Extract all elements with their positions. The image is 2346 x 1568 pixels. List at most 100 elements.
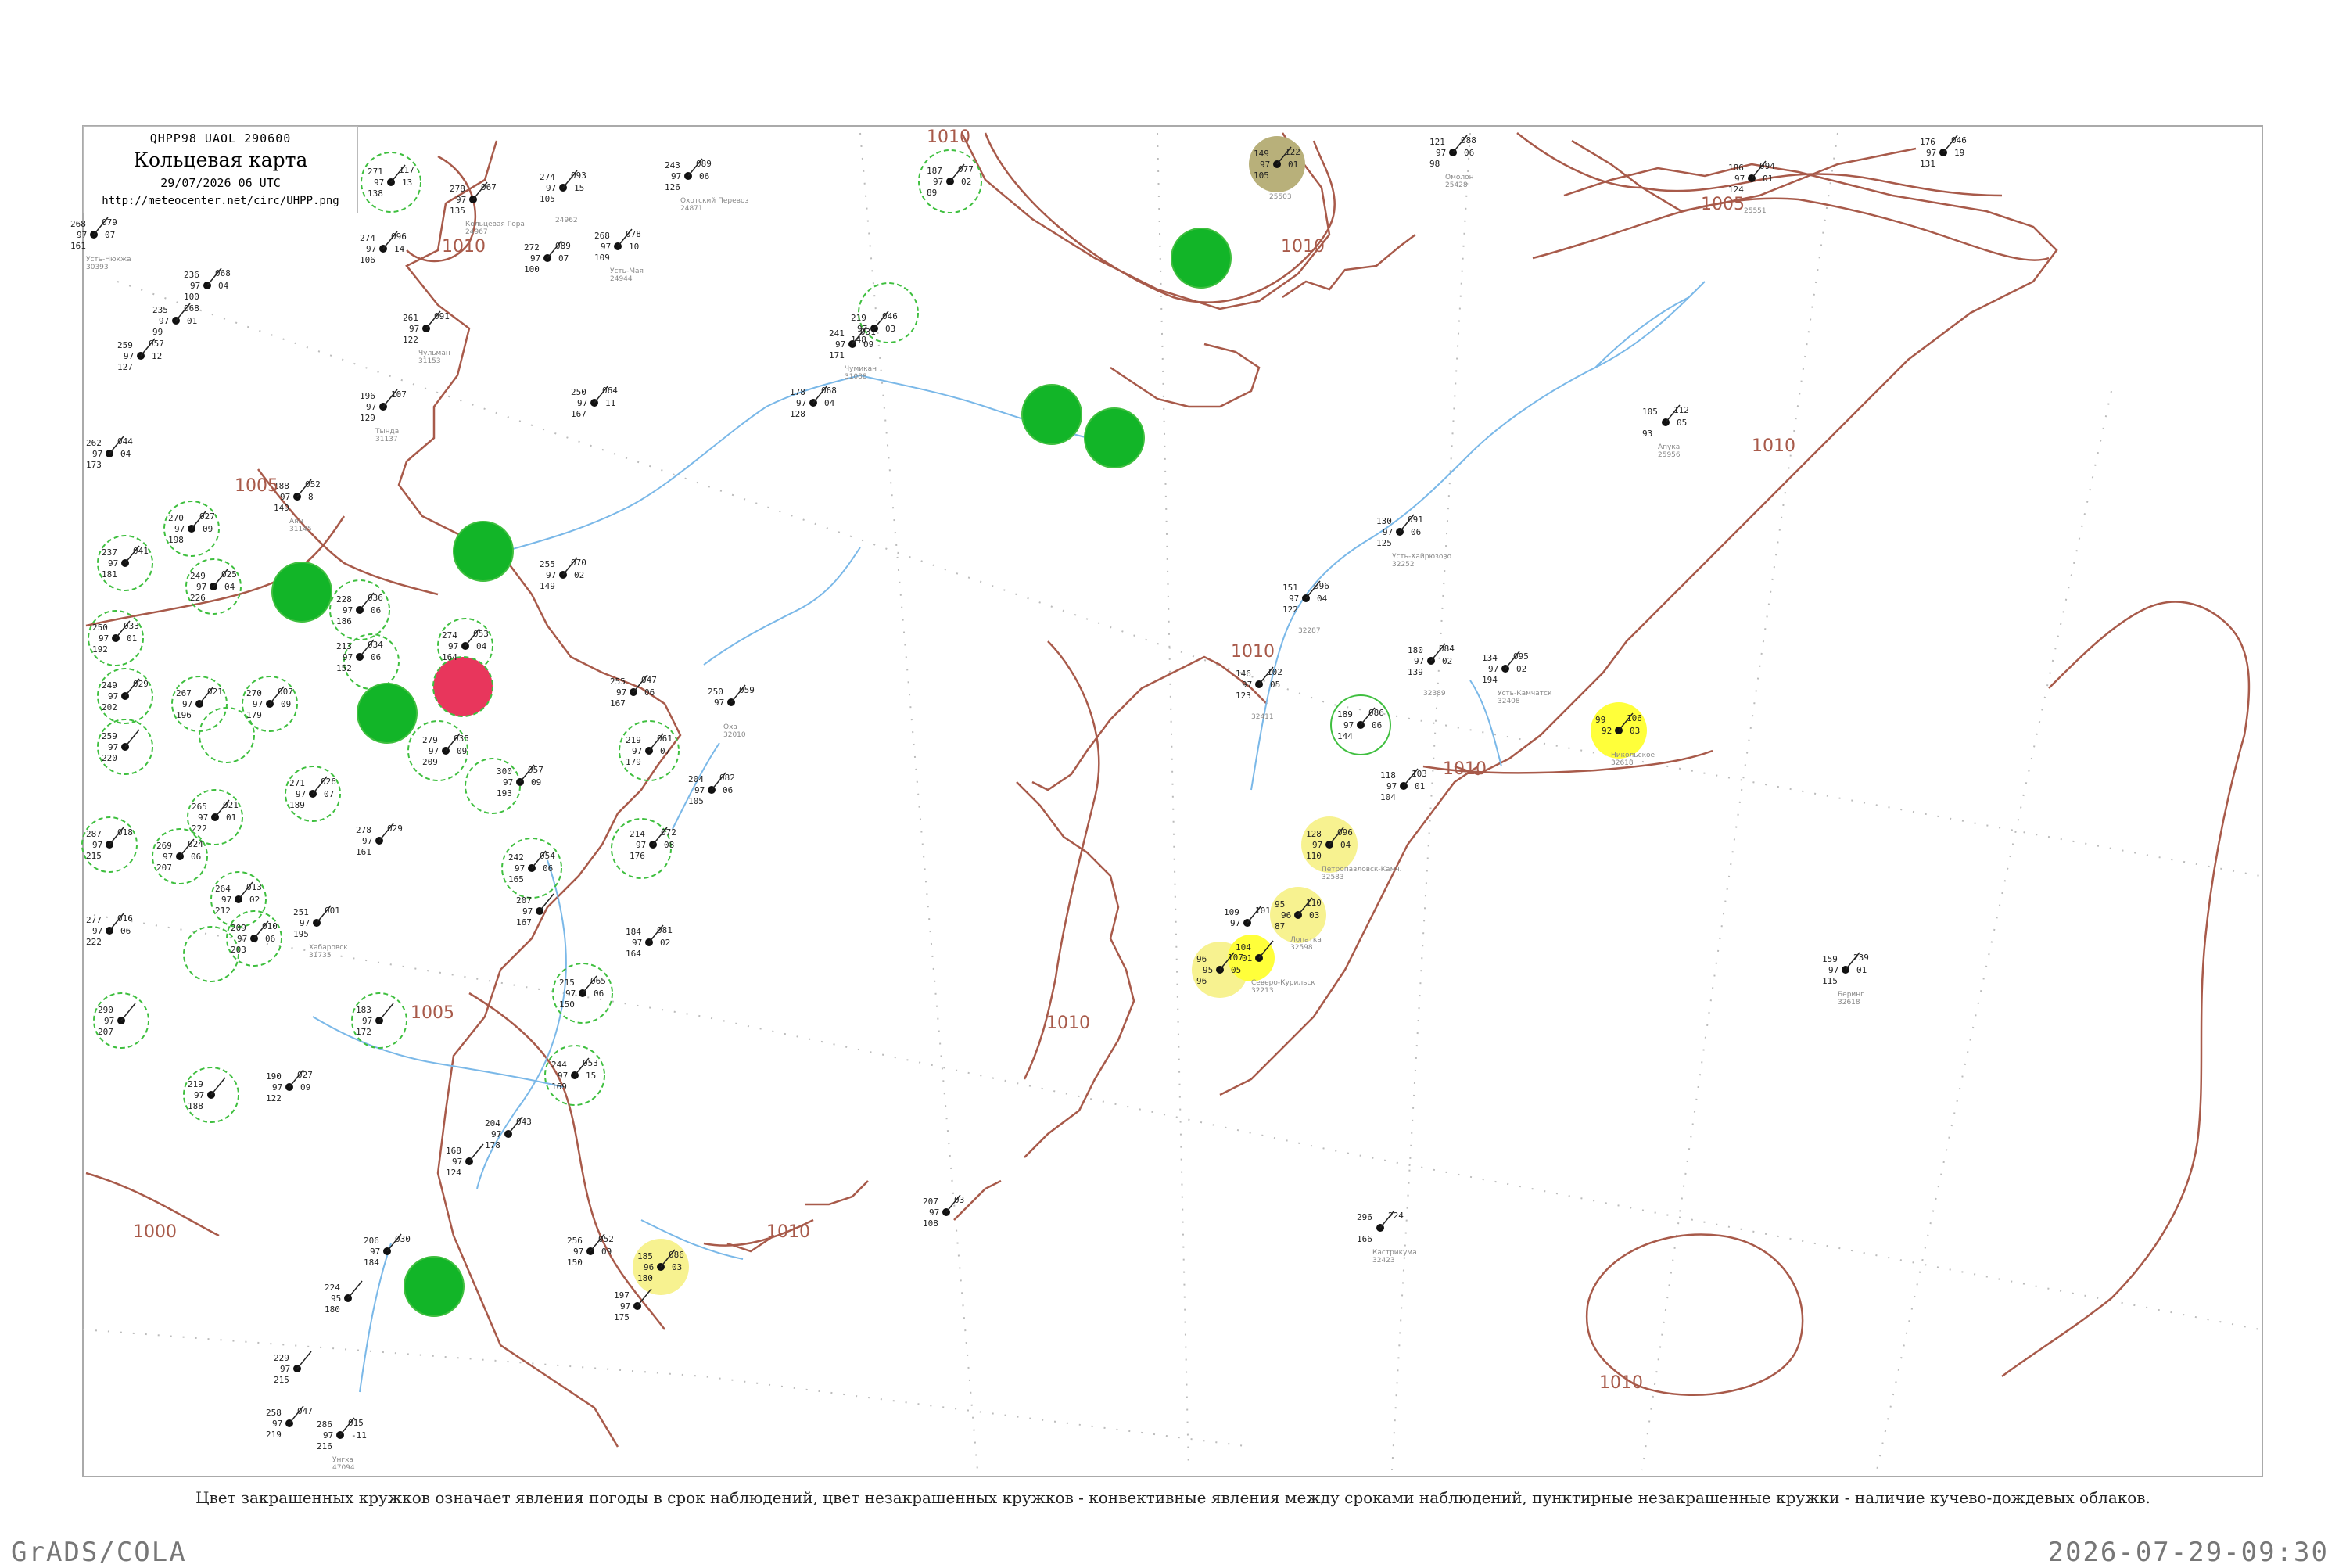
station-dewpoint: 186 bbox=[336, 616, 352, 626]
station-temperature: 97 bbox=[796, 398, 806, 408]
station-pressure: 128 bbox=[1306, 829, 1322, 839]
station-dewpoint: 207 bbox=[98, 1027, 113, 1037]
station-tendency: 026 bbox=[321, 777, 336, 787]
station-temperature: 92 bbox=[1602, 726, 1612, 736]
station-dewpoint: 164 bbox=[442, 652, 457, 662]
station-tendency: 046 bbox=[882, 311, 898, 321]
station-change: 05 bbox=[1231, 965, 1241, 975]
wind-barb bbox=[296, 1351, 312, 1369]
station-temperature: 97 bbox=[1414, 656, 1424, 666]
station-dewpoint: 226 bbox=[190, 593, 206, 603]
station-tendency: 065 bbox=[590, 976, 606, 986]
station-temperature: 97 bbox=[1289, 594, 1299, 604]
station-temperature: 97 bbox=[546, 183, 556, 193]
station-dewpoint: 219 bbox=[266, 1430, 282, 1440]
station-temperature: 97 bbox=[182, 699, 192, 709]
station-tendency: 070 bbox=[571, 558, 586, 568]
station-tendency: 112 bbox=[1673, 405, 1689, 415]
station-temperature: 97 bbox=[636, 840, 646, 850]
station-dewpoint: 184 bbox=[364, 1258, 379, 1268]
station-temperature: 97 bbox=[616, 687, 626, 698]
bulletin-code: QHPP98 UAOL 290600 bbox=[149, 131, 292, 145]
station-id: 24871 bbox=[680, 205, 703, 213]
station-dewpoint: 100 bbox=[184, 292, 199, 302]
weather-map: 271971381171327897135067Кольцевая Гора24… bbox=[70, 125, 2263, 1477]
station-name: Никольское bbox=[1611, 752, 1655, 759]
station-tendency: 096 bbox=[391, 231, 407, 242]
station-dewpoint: 164 bbox=[626, 949, 641, 959]
station-tendency: 084 bbox=[1439, 644, 1455, 654]
station-tendency: 091 bbox=[1408, 515, 1423, 525]
station-change: 09 bbox=[300, 1082, 310, 1093]
station-tendency: 091 bbox=[434, 311, 450, 321]
station-name: Северо-Курильск bbox=[1251, 979, 1315, 987]
station-temperature: 97 bbox=[429, 746, 439, 756]
station-change: 09 bbox=[203, 524, 213, 534]
station-change: 05 bbox=[1677, 418, 1687, 428]
station-pressure: 268 bbox=[70, 219, 86, 229]
isobar-label: 1010 bbox=[1231, 642, 1275, 662]
station-change: 06 bbox=[1464, 148, 1474, 158]
station-change: 01 bbox=[1415, 781, 1425, 791]
station-change: 07 bbox=[105, 230, 115, 240]
station-pressure: 95 bbox=[1275, 899, 1285, 910]
station-tendency: 077 bbox=[958, 164, 974, 174]
station-temperature: 97 bbox=[343, 605, 353, 615]
station-pressure: 224 bbox=[325, 1283, 340, 1293]
station-temperature: 97 bbox=[1312, 840, 1322, 850]
station-pressure: 272 bbox=[524, 242, 540, 253]
map-header-box: QHPP98 UAOL 290600 Кольцевая карта 29/07… bbox=[83, 126, 358, 213]
station-id: 32411 bbox=[1251, 713, 1274, 721]
station-id: 32583 bbox=[1322, 874, 1344, 881]
station-dewpoint: 124 bbox=[1728, 185, 1744, 195]
station-tendency: 072 bbox=[661, 827, 676, 838]
station-pressure: 189 bbox=[1337, 709, 1353, 719]
map-title: Кольцевая карта bbox=[133, 149, 308, 171]
station-tendency: 061 bbox=[657, 734, 673, 744]
station-dewpoint: 108 bbox=[923, 1218, 938, 1229]
station-tendency: 041 bbox=[133, 546, 149, 556]
station-dewpoint: 98 bbox=[1429, 159, 1440, 169]
station-dewpoint: 188 bbox=[188, 1101, 203, 1111]
station-temperature: 97 bbox=[92, 926, 102, 936]
station-tendency: 117 bbox=[399, 165, 414, 175]
station-tendency: 03 bbox=[954, 1195, 964, 1205]
station-name: Тында bbox=[375, 428, 399, 436]
station-dewpoint: 122 bbox=[266, 1093, 282, 1103]
station-change: 06 bbox=[191, 852, 201, 862]
station-id: 31088 bbox=[845, 373, 867, 381]
station-pressure: 146 bbox=[1236, 669, 1251, 679]
station-change: 06 bbox=[371, 605, 381, 615]
station-dewpoint: 167 bbox=[516, 917, 532, 928]
isobar-label: 1010 bbox=[1443, 759, 1487, 779]
station-dewpoint: 202 bbox=[102, 702, 117, 712]
station-pressure: 269 bbox=[156, 841, 172, 851]
station-name: Охотский Перевоз bbox=[680, 197, 748, 205]
station-dewpoint: 161 bbox=[70, 241, 86, 251]
station-dewpoint: 207 bbox=[156, 863, 172, 873]
station-id: 47094 bbox=[332, 1464, 355, 1472]
station-tendency: 101 bbox=[1255, 906, 1271, 916]
station-pressure: 242 bbox=[508, 852, 524, 863]
station-pressure: 134 bbox=[1482, 653, 1498, 663]
station-temperature: 97 bbox=[522, 906, 533, 917]
station-change: 04 bbox=[824, 398, 835, 408]
station-pressure: 258 bbox=[266, 1408, 282, 1418]
station-pressure: 206 bbox=[364, 1236, 379, 1246]
station-dewpoint: 222 bbox=[192, 823, 207, 834]
station-pressure: 204 bbox=[688, 774, 704, 784]
station-change: 03 bbox=[885, 324, 895, 334]
station-change: 02 bbox=[249, 895, 260, 905]
station-pressure: 271 bbox=[368, 167, 383, 177]
station-dewpoint: 138 bbox=[368, 188, 383, 199]
isobar-label: 1010 bbox=[927, 127, 970, 147]
station-temperature: 96 bbox=[1281, 910, 1291, 920]
station-temperature: 97 bbox=[104, 1016, 114, 1026]
station-temperature: 97 bbox=[577, 398, 587, 408]
station-change: 04 bbox=[1317, 594, 1328, 604]
station-temperature: 97 bbox=[558, 1071, 568, 1081]
rain-circle bbox=[1171, 228, 1232, 289]
station-temperature: 97 bbox=[196, 582, 206, 592]
station-pressure: 270 bbox=[246, 688, 262, 698]
station-id: 32598 bbox=[1290, 944, 1313, 952]
